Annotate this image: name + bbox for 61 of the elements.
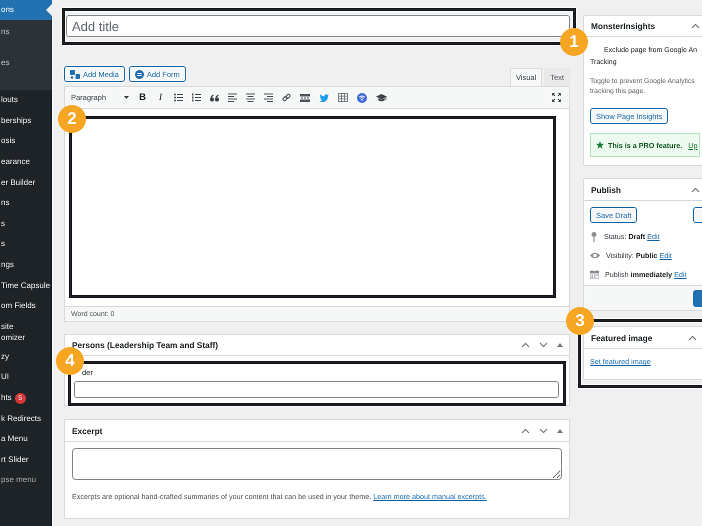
media-icon bbox=[70, 70, 80, 78]
menu-item[interactable]: zy bbox=[0, 346, 52, 368]
excerpt-field[interactable] bbox=[72, 448, 562, 480]
step-number-badge: 2 bbox=[58, 105, 86, 133]
menu-item[interactable]: er Builder bbox=[0, 172, 52, 193]
triangle-up-icon[interactable] bbox=[557, 428, 563, 432]
align-right-icon[interactable] bbox=[264, 93, 273, 102]
numbered-list-icon[interactable] bbox=[192, 93, 201, 102]
panel-title: MonsterInsights bbox=[591, 21, 656, 31]
bird-icon[interactable] bbox=[319, 94, 329, 102]
menu-item[interactable]: UI bbox=[0, 367, 52, 388]
align-center-icon[interactable] bbox=[246, 93, 255, 102]
menu-item[interactable]: ons bbox=[0, 0, 52, 20]
italic-button[interactable]: I bbox=[156, 92, 165, 102]
menu-item[interactable]: om Fields bbox=[0, 296, 52, 317]
chevron-up-icon[interactable] bbox=[691, 23, 700, 29]
chevron-down-icon[interactable] bbox=[539, 428, 548, 434]
menu-item[interactable]: Time Capsule bbox=[0, 275, 52, 296]
chevron-down-icon[interactable] bbox=[539, 342, 548, 348]
caret-icon bbox=[124, 96, 129, 99]
bold-button[interactable]: B bbox=[138, 92, 147, 103]
menu-item[interactable]: rt Slider bbox=[0, 450, 52, 470]
bulleted-list-icon[interactable] bbox=[174, 93, 183, 102]
menu-item[interactable]: ns bbox=[0, 24, 52, 40]
collapse-menu-link[interactable]: pse menu bbox=[0, 470, 52, 491]
menu-item[interactable]: ns bbox=[0, 192, 52, 214]
menu-item[interactable]: earance bbox=[0, 152, 52, 172]
menu-item[interactable]: es bbox=[0, 55, 52, 71]
menu-item[interactable]: k Redirects bbox=[0, 408, 52, 429]
star-icon bbox=[596, 141, 604, 149]
panel-title: Featured image bbox=[591, 332, 652, 342]
menu-item[interactable]: berships bbox=[0, 110, 52, 132]
eye-icon bbox=[590, 252, 600, 259]
link-icon[interactable] bbox=[282, 93, 291, 102]
chevron-up-icon[interactable] bbox=[521, 342, 530, 348]
chevron-up-icon[interactable] bbox=[688, 334, 697, 340]
form-icon bbox=[134, 70, 144, 78]
menu-item[interactable]: site omizer bbox=[0, 316, 52, 347]
grid-icon[interactable] bbox=[338, 93, 348, 102]
menu-item[interactable]: osis bbox=[0, 131, 52, 152]
pin-icon bbox=[590, 232, 598, 242]
panel-title: Publish bbox=[591, 184, 621, 194]
menu-item[interactable]: s bbox=[0, 214, 52, 234]
menu-item[interactable]: louts bbox=[0, 90, 52, 111]
panel-title: Persons (Leadership Team and Staff) bbox=[72, 340, 218, 350]
fullscreen-icon[interactable] bbox=[552, 93, 561, 102]
input-field[interactable] bbox=[74, 381, 559, 398]
chevron-up-icon[interactable] bbox=[691, 186, 700, 192]
wifi-icon[interactable] bbox=[357, 92, 367, 102]
quote-icon[interactable] bbox=[210, 94, 219, 102]
read-more-icon[interactable] bbox=[300, 94, 310, 102]
panel-title: Excerpt bbox=[72, 426, 102, 436]
graduation-cap-icon[interactable] bbox=[376, 94, 387, 102]
menu-item[interactable]: a Menu bbox=[0, 428, 52, 450]
chevron-up-icon[interactable] bbox=[521, 428, 530, 434]
align-left-icon[interactable] bbox=[228, 93, 237, 102]
title-field[interactable]: Add title bbox=[66, 15, 570, 37]
calendar-icon bbox=[590, 270, 599, 279]
menu-item[interactable]: ngs bbox=[0, 254, 52, 276]
menu-item[interactable]: s bbox=[0, 234, 52, 255]
triangle-up-icon[interactable] bbox=[557, 343, 563, 347]
